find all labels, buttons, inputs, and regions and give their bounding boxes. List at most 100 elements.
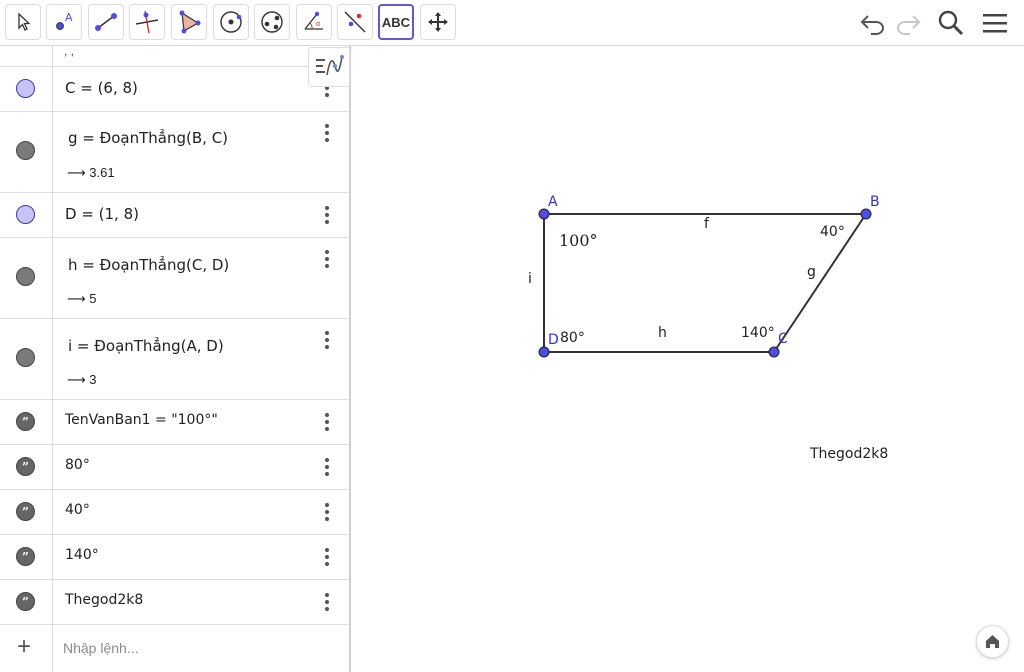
label-f: f xyxy=(704,216,710,232)
label-h: h xyxy=(658,325,667,341)
quote-icon[interactable]: ” xyxy=(16,547,35,566)
visibility-toggle-d[interactable] xyxy=(16,205,35,224)
text-tool-label: ABC xyxy=(381,14,411,30)
algebra-row-text-40[interactable]: ” 40° xyxy=(0,490,350,535)
geometry-canvas[interactable]: f g h i A B C D 100° 80° 40° 140° Thegod… xyxy=(357,46,1024,672)
algebra-row-text-140[interactable]: ” 140° xyxy=(0,535,350,580)
redo-button[interactable] xyxy=(891,6,925,40)
value-h: ⟶ 5 xyxy=(67,291,97,306)
search-button[interactable] xyxy=(934,6,968,40)
definition-h[interactable]: h = ĐoạnThẳng(C, D) xyxy=(68,256,229,274)
value-i: ⟶ 3 xyxy=(67,372,97,387)
algebra-row-partial: , , xyxy=(0,46,350,67)
label-a: A xyxy=(548,194,558,210)
point-a[interactable] xyxy=(538,208,550,220)
quote-icon[interactable]: ” xyxy=(16,592,35,611)
arrow-pointer-icon xyxy=(18,12,31,31)
polygon-icon xyxy=(179,10,201,34)
visibility-toggle-g[interactable] xyxy=(16,141,35,160)
visibility-toggle-c[interactable] xyxy=(16,79,35,98)
search-icon xyxy=(938,10,964,36)
algebra-row-text-80[interactable]: ” 80° xyxy=(0,445,350,490)
text-angle-80[interactable]: 80° xyxy=(560,330,585,346)
point-tool-button[interactable]: A xyxy=(46,4,82,40)
value-g: ⟶ 3.61 xyxy=(67,165,115,180)
point-icon: A xyxy=(56,11,73,30)
definition-text-1[interactable]: TenVanBan1 = "100°" xyxy=(65,412,218,428)
definition-text-140[interactable]: 140° xyxy=(65,547,99,563)
circle-tool-button[interactable] xyxy=(213,4,249,40)
perpendicular-tool-button[interactable] xyxy=(129,4,165,40)
more-options-icon[interactable] xyxy=(320,503,334,523)
quote-icon[interactable]: ” xyxy=(16,412,35,431)
definition-text-40[interactable]: 40° xyxy=(65,502,90,518)
reflect-tool-button[interactable] xyxy=(337,4,373,40)
move-tool-button[interactable] xyxy=(5,4,41,40)
quote-icon[interactable]: ” xyxy=(16,502,35,521)
more-options-icon[interactable] xyxy=(320,548,334,568)
svg-text:A: A xyxy=(65,11,73,24)
perpendicular-icon xyxy=(135,10,159,34)
more-options-icon[interactable] xyxy=(320,458,334,478)
visibility-toggle-h[interactable] xyxy=(16,267,35,286)
algebra-row-point-c[interactable]: C = (6, 8) xyxy=(0,67,350,112)
circle-center-icon xyxy=(220,11,242,33)
standard-view-button[interactable] xyxy=(976,625,1009,658)
algebra-row-segment-i[interactable]: i = ĐoạnThẳng(A, D) ⟶ 3 xyxy=(0,319,350,400)
segment-tool-button[interactable] xyxy=(88,4,124,40)
algebra-row-text-1[interactable]: ” TenVanBan1 = "100°" xyxy=(0,400,350,445)
definition-d[interactable]: D = (1, 8) xyxy=(65,205,139,223)
visibility-toggle-i[interactable] xyxy=(16,348,35,367)
algebra-row-segment-h[interactable]: h = ĐoạnThẳng(C, D) ⟶ 5 xyxy=(0,238,350,319)
text-angle-140[interactable]: 140° xyxy=(741,325,775,341)
more-options-icon[interactable] xyxy=(320,593,334,613)
more-options-icon[interactable] xyxy=(320,206,334,226)
definition-c[interactable]: C = (6, 8) xyxy=(65,79,138,97)
algebra-settings-icon xyxy=(316,55,344,76)
definition-text-author[interactable]: Thegod2k8 xyxy=(65,592,143,608)
quote-icon[interactable]: ” xyxy=(16,457,35,476)
more-options-icon[interactable] xyxy=(320,413,334,433)
move-arrows-icon xyxy=(428,12,448,32)
undo-icon xyxy=(860,15,884,35)
algebra-stylebar-button[interactable] xyxy=(308,47,350,87)
point-d[interactable] xyxy=(538,346,550,358)
more-options-icon[interactable] xyxy=(320,124,334,144)
point-c[interactable] xyxy=(768,346,780,358)
text-author[interactable]: Thegod2k8 xyxy=(809,446,888,462)
more-options-icon[interactable] xyxy=(320,331,334,351)
graphics-view[interactable]: f g h i A B C D 100° 80° 40° 140° Thegod… xyxy=(357,46,1024,672)
algebra-input-row[interactable]: + Nhập lệnh... xyxy=(0,625,350,672)
text-angle-40[interactable]: 40° xyxy=(820,224,845,240)
reflect-line-icon xyxy=(344,11,366,33)
text-angle-100[interactable]: 100° xyxy=(559,231,598,250)
svg-text:α: α xyxy=(316,21,320,28)
move-view-tool-button[interactable] xyxy=(420,4,456,40)
label-i: i xyxy=(528,271,532,287)
definition-text-80[interactable]: 80° xyxy=(65,457,90,473)
algebra-row-text-author[interactable]: ” Thegod2k8 xyxy=(0,580,350,625)
circle-three-points-tool-button[interactable] xyxy=(254,4,290,40)
polygon-tool-button[interactable] xyxy=(171,4,207,40)
definition-g[interactable]: g = ĐoạnThẳng(B, C) xyxy=(68,129,228,147)
add-item-icon[interactable]: + xyxy=(17,633,31,661)
more-options-icon[interactable] xyxy=(320,250,334,270)
main-menu-button[interactable] xyxy=(978,6,1012,40)
circle-three-points-icon xyxy=(261,11,283,33)
undo-button[interactable] xyxy=(856,6,890,40)
angle-tool-button[interactable]: α xyxy=(296,4,332,40)
algebra-row-point-d[interactable]: D = (1, 8) xyxy=(0,193,350,238)
algebra-row-segment-g[interactable]: g = ĐoạnThẳng(B, C) ⟶ 3.61 xyxy=(0,112,350,193)
algebra-view[interactable]: , , C = (6, 8) g = ĐoạnThẳng(B, C) ⟶ 3.6… xyxy=(0,46,351,672)
home-icon xyxy=(986,635,999,648)
segment-icon xyxy=(95,13,117,31)
toolbar: A α ABC xyxy=(0,0,1024,46)
command-input[interactable]: Nhập lệnh... xyxy=(63,640,139,656)
text-tool-button[interactable]: ABC xyxy=(378,4,414,40)
point-b[interactable] xyxy=(860,208,872,220)
label-c: C xyxy=(778,331,788,347)
hamburger-menu-icon xyxy=(983,14,1007,33)
redo-icon xyxy=(897,15,921,35)
label-g: g xyxy=(807,264,816,280)
definition-i[interactable]: i = ĐoạnThẳng(A, D) xyxy=(68,337,224,355)
